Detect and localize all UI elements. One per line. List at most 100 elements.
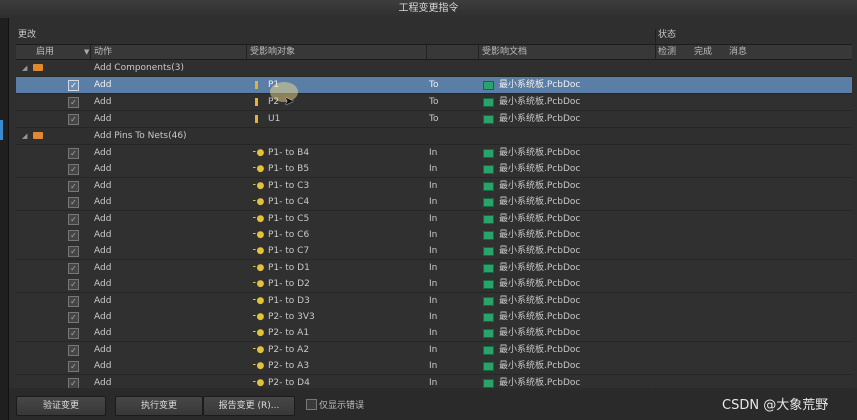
table-row[interactable]: ✓ Add ⁃● P1- to C5 In 最小系统板.PcbDoc [16,210,852,228]
table-row[interactable]: ✓ Add ⁃● P1- to B5 In 最小系统板.PcbDoc [16,161,852,179]
row-direction: In [429,312,438,322]
enable-checkbox[interactable]: ✓ [68,148,79,159]
enable-checkbox[interactable]: ✓ [68,279,79,291]
row-document: 最小系统板.PcbDoc [499,148,581,158]
enable-checkbox[interactable]: ✓ [68,361,79,373]
pin-net-icon: ⁃● [252,180,265,191]
row-document: 最小系统板.PcbDoc [499,312,581,322]
pcb-document-icon [483,81,494,90]
component-icon [255,81,258,89]
sort-down-icon[interactable]: ▼ [84,45,89,59]
col-done[interactable]: 完成 [694,45,712,59]
row-object: P1- to D2 [268,279,310,290]
watermark: CSDN @大象荒野 [722,398,829,413]
row-object: P2- to A1 [268,328,310,339]
row-action: Add [94,295,112,306]
pcb-document-icon [483,345,494,355]
enable-checkbox[interactable]: ✓ [68,262,79,274]
row-document: 最小系统板.PcbDoc [499,246,581,257]
column-header[interactable]: 启用 ▼ 动作 受影响对象 受影响文档 检测 完成 消息 [16,44,852,60]
row-action: Add [94,180,112,191]
row-document: 最小系统板.PcbDoc [499,180,581,191]
table-row[interactable]: ✓ Add ⁃● P1- to C3 In 最小系统板.PcbDoc [16,177,852,195]
row-object: P2- to D4 [268,377,310,388]
pcb-document-icon [483,231,494,240]
row-document: 最小系统板.PcbDoc [499,377,581,388]
pin-net-icon: ⁃● [252,328,265,339]
enable-checkbox[interactable]: ✓ [68,328,79,340]
table-row[interactable]: ✓ Add ⁃● P2- to D4 In 最小系统板.PcbDoc [16,374,852,388]
table-row[interactable]: ✓ Add ⁃● P1- to D3 In 最小系统板.PcbDoc [16,292,852,310]
enable-checkbox[interactable]: ✓ [68,80,79,91]
pcb-document-icon [483,198,494,208]
table-row[interactable]: ✓ Add ⁃● P1- to D1 In 最小系统板.PcbDoc [16,259,852,277]
pcb-document-icon [483,98,494,107]
row-direction: In [429,279,438,290]
validate-changes-button[interactable]: 验证变更 [16,396,106,416]
enable-checkbox[interactable]: ✓ [68,213,79,225]
col-affected-document[interactable]: 受影响文档 [482,45,527,59]
col-check[interactable]: 检测 [658,45,676,59]
collapse-triangle-icon[interactable]: ◢ [22,60,27,76]
col-separator [478,45,479,59]
col-action[interactable]: 动作 [94,45,112,59]
pin-net-icon: ⁃● [252,262,265,273]
table-row[interactable]: ✓ Add ⁃● P1- to C7 In 最小系统板.PcbDoc [16,243,852,261]
row-document: 最小系统板.PcbDoc [499,295,581,306]
table-row[interactable]: ✓ Add ⁃● P1- to B4 In 最小系统板.PcbDoc [16,145,852,162]
table-row[interactable]: ✓ Add ⁃● P2- to A3 In 最小系统板.PcbDoc [16,358,852,376]
enable-checkbox[interactable]: ✓ [68,230,79,241]
col-enable[interactable]: 启用 [36,45,54,59]
table-row[interactable]: ✓ Add ⁃● P1- to C4 In 最小系统板.PcbDoc [16,194,852,212]
pcb-document-icon [483,149,494,158]
collapse-triangle-icon[interactable]: ◢ [22,128,27,144]
table-row[interactable]: ✓ Add ⁃● P1- to C6 In 最小系统板.PcbDoc [16,227,852,244]
enable-checkbox[interactable]: ✓ [68,197,79,209]
pin-net-icon: ⁃● [252,361,265,372]
enable-checkbox[interactable]: ✓ [68,180,79,192]
pin-net-icon: ⁃● [252,344,265,355]
row-object: P1- to C7 [268,246,310,257]
group-label: Add Pins To Nets(46) [94,131,187,141]
group-row-add-components[interactable]: ◢ Add Components(3) [16,60,852,77]
only-show-errors-checkbox[interactable] [306,399,317,410]
row-action: Add [94,312,112,322]
pcb-document-icon [483,214,494,224]
row-direction: In [429,164,438,175]
row-direction: In [429,262,438,273]
enable-checkbox[interactable]: ✓ [68,312,79,323]
row-direction: To [429,114,439,124]
col-affected-object[interactable]: 受影响对象 [250,45,295,59]
row-object: P1- to D1 [268,262,310,273]
row-document: 最小系统板.PcbDoc [499,262,581,273]
mouse-cursor-icon: ➤ [284,94,295,108]
table-row[interactable]: ✓ Add ⁃● P2- to A1 In 最小系统板.PcbDoc [16,325,852,343]
enable-checkbox[interactable]: ✓ [68,344,79,356]
enable-checkbox[interactable]: ✓ [68,164,79,176]
table-row[interactable]: ✓ Add P1 To 最小系统板.PcbDoc [16,77,852,94]
table-row[interactable]: ✓ Add ⁃● P1- to D2 In 最小系统板.PcbDoc [16,276,852,294]
report-changes-button[interactable]: 报告变更 (R)... [203,396,295,416]
status-label: 状态 [658,30,677,40]
pin-net-icon: ⁃● [252,197,265,208]
row-action: Add [94,230,112,240]
col-message[interactable]: 消息 [729,45,747,59]
row-direction: In [429,148,438,158]
row-document: 最小系统板.PcbDoc [499,164,581,175]
row-object: P2- to 3V3 [268,312,315,322]
row-object: P1- to C6 [268,230,310,240]
enable-checkbox[interactable]: ✓ [68,114,79,125]
enable-checkbox[interactable]: ✓ [68,246,79,258]
table-row[interactable]: ✓ Add ⁃● P2- to A2 In 最小系统板.PcbDoc [16,341,852,359]
table-row[interactable]: ✓ Add U1 To 最小系统板.PcbDoc [16,111,852,128]
execute-changes-button[interactable]: 执行变更 [115,396,203,416]
table-row[interactable]: ✓ Add P2 To 最小系统板.PcbDoc [16,94,852,111]
table-row[interactable]: ✓ Add ⁃● P2- to 3V3 In 最小系统板.PcbDoc [16,309,852,326]
enable-checkbox[interactable]: ✓ [68,377,79,388]
enable-checkbox[interactable]: ✓ [68,295,79,307]
row-action: Add [94,361,112,372]
folder-icon [33,64,43,71]
pin-net-icon: ⁃● [252,230,265,240]
enable-checkbox[interactable]: ✓ [68,97,79,108]
group-row-add-pins-to-nets[interactable]: ◢ Add Pins To Nets(46) [16,128,852,145]
